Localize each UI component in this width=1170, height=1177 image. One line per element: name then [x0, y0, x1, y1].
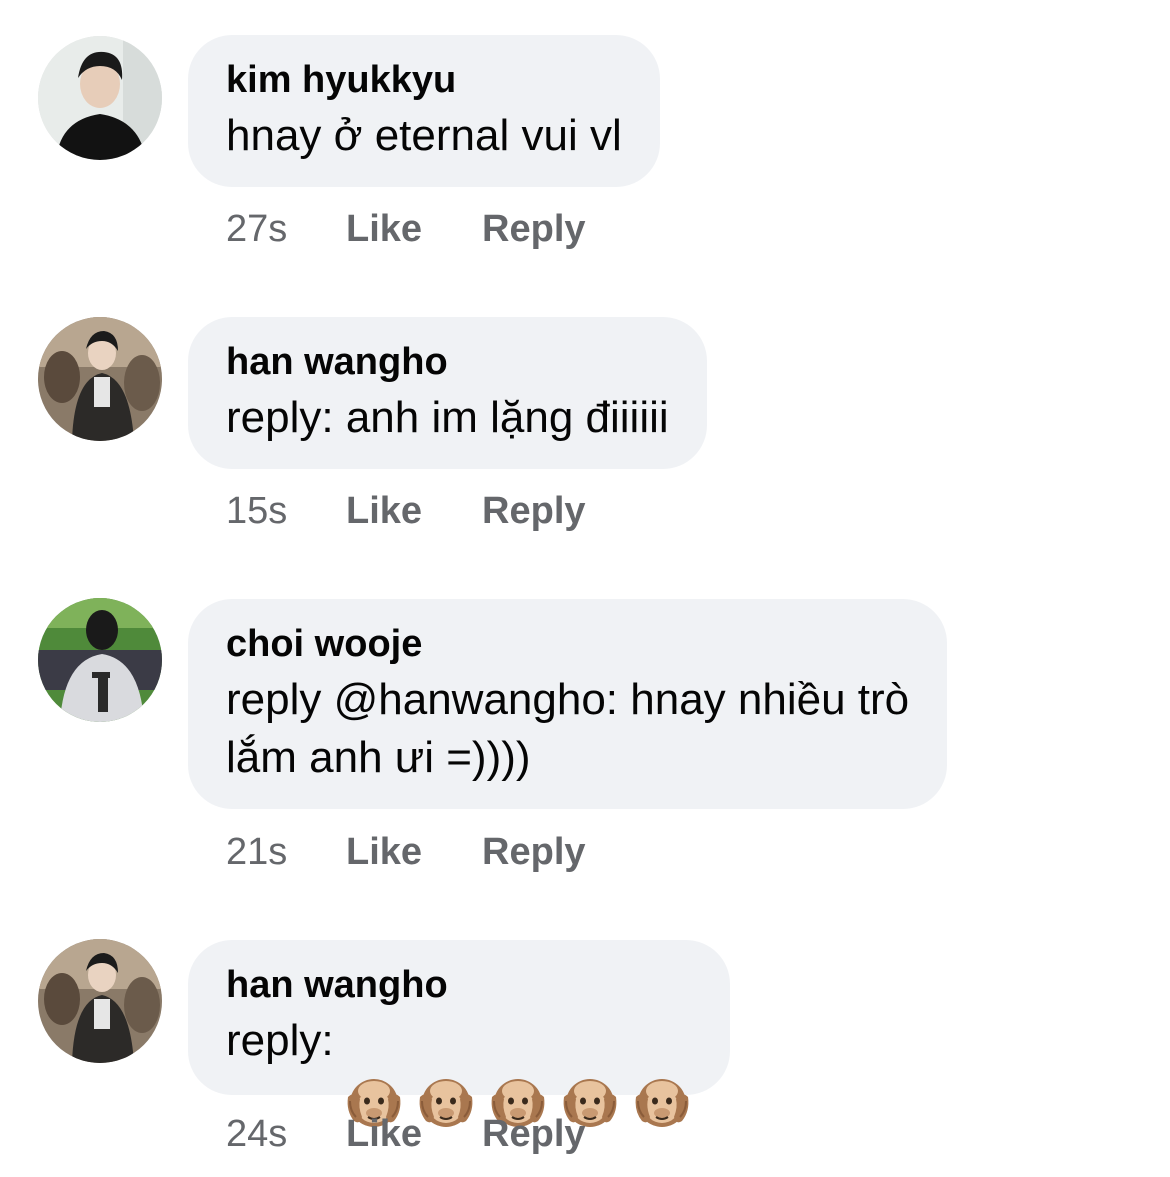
comment-text: reply: — [226, 1012, 692, 1128]
avatar[interactable] — [38, 317, 162, 441]
comment-time: 27s — [226, 208, 288, 250]
avatar[interactable] — [38, 36, 162, 160]
comment-bubble: choi wooje reply @hanwangho: hnay nhiều … — [188, 599, 948, 809]
hear-no-evil-monkey-icon — [344, 1013, 404, 1128]
comment-meta: 15s Like Reply — [226, 488, 646, 534]
hear-no-evil-monkey-icon — [632, 1013, 692, 1128]
comment-time: 24s — [226, 1113, 288, 1155]
reply-button[interactable]: Reply — [482, 488, 585, 534]
reply-button[interactable]: Reply — [482, 1111, 585, 1157]
like-button[interactable]: Like — [346, 1111, 422, 1157]
comment-author[interactable]: choi wooje — [226, 621, 909, 667]
comment-time: 15s — [226, 490, 288, 532]
reply-button[interactable]: Reply — [482, 829, 585, 875]
comment-meta: 27s Like Reply — [226, 206, 646, 252]
comment-bubble: han wangho reply: — [188, 940, 730, 1128]
like-button[interactable]: Like — [346, 829, 422, 875]
avatar[interactable] — [38, 598, 162, 722]
comment-text-prefix: reply: — [226, 1016, 334, 1065]
like-button[interactable]: Like — [346, 488, 422, 534]
comment-meta: 24s Like Reply — [226, 1111, 646, 1157]
hear-no-evil-monkey-icon — [560, 1013, 620, 1128]
emoji-row — [344, 1013, 692, 1128]
comment-author[interactable]: han wangho — [226, 339, 669, 385]
avatar[interactable] — [38, 939, 162, 1063]
hear-no-evil-monkey-icon — [416, 1013, 476, 1128]
hear-no-evil-monkey-icon — [488, 1013, 548, 1128]
comment-author[interactable]: kim hyukkyu — [226, 57, 622, 103]
reply-button[interactable]: Reply — [482, 206, 585, 252]
comment-text: reply: anh im lặng điiiiii — [226, 393, 669, 442]
comment-bubble: han wangho reply: anh im lặng điiiiii — [188, 317, 707, 469]
comment-author[interactable]: han wangho — [226, 962, 692, 1008]
like-button[interactable]: Like — [346, 206, 422, 252]
comment-meta: 21s Like Reply — [226, 829, 646, 875]
comment-text: hnay ở eternal vui vl — [226, 111, 622, 160]
comment-text: reply @hanwangho: hnay nhiều trò lắm anh… — [226, 675, 910, 782]
comment-bubble: kim hyukkyu hnay ở eternal vui vl — [188, 35, 660, 187]
comment-time: 21s — [226, 831, 288, 873]
